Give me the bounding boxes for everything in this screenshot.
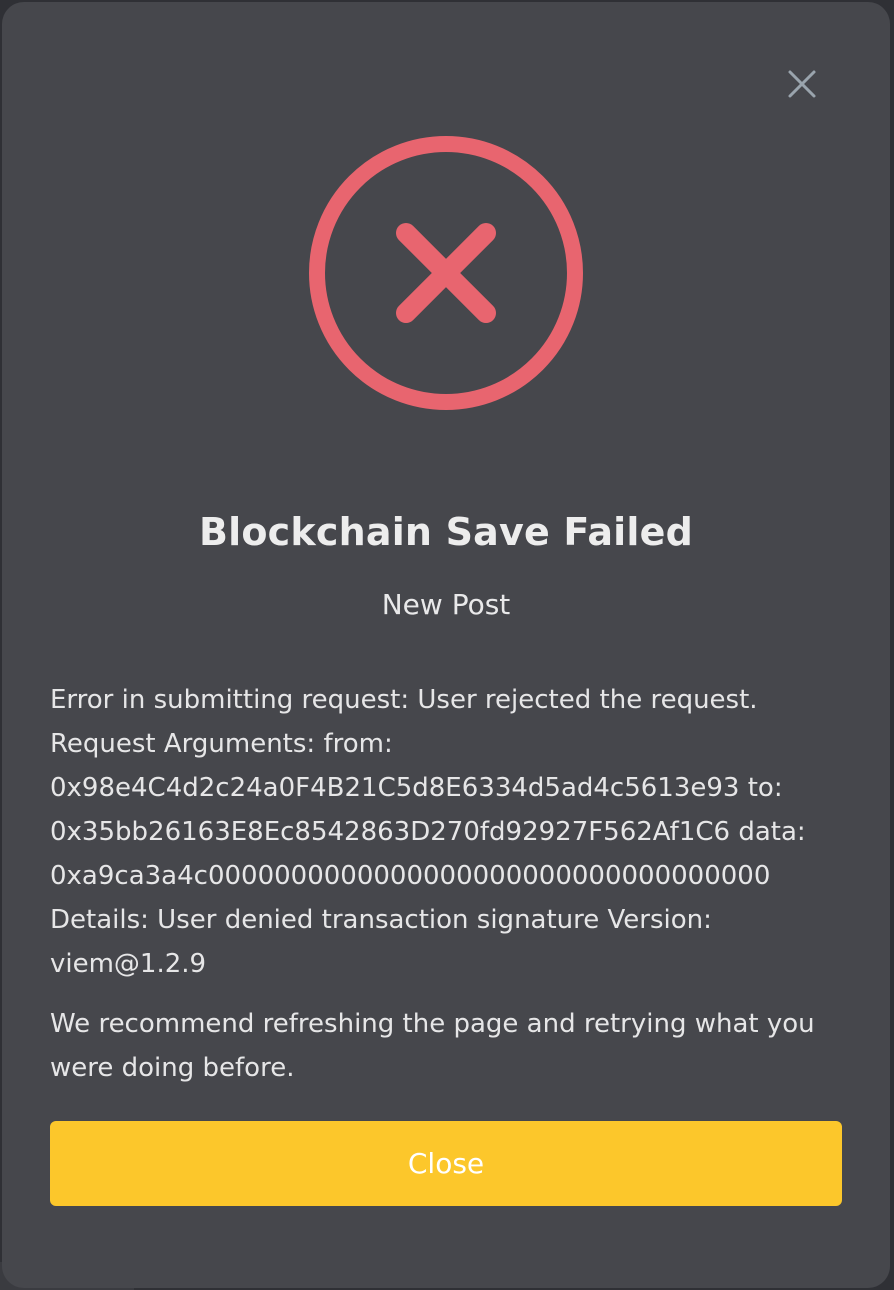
error-line: Error in submitting request: User reject… xyxy=(50,685,758,715)
error-message: Error in submitting request: User reject… xyxy=(50,678,894,986)
error-line: 0x98e4C4d2c24a0F4B21C5d8E6334d5ad4c5613e… xyxy=(50,773,783,803)
error-line: 0xa9ca3a4c000000000000000000000000000000… xyxy=(50,861,771,891)
error-line: Request Arguments: from: xyxy=(50,729,393,759)
recommendation-line: were doing before. xyxy=(50,1053,295,1083)
recommendation-line: We recommend refreshing the page and ret… xyxy=(50,1009,815,1039)
error-line: viem@1.2.9 xyxy=(50,949,207,979)
modal-subtitle: New Post xyxy=(381,588,511,621)
error-modal: Blockchain Save Failed New Post Error in… xyxy=(2,2,890,1288)
close-icon[interactable] xyxy=(782,64,822,104)
error-line: 0x35bb26163E8Ec8542863D270fd92927F562Af1… xyxy=(50,817,806,847)
close-button[interactable]: Close xyxy=(50,1121,842,1206)
modal-title: Blockchain Save Failed xyxy=(198,510,693,554)
error-line: Details: User denied transaction signatu… xyxy=(50,905,712,935)
error-circle-x-icon xyxy=(308,135,588,415)
recommendation-text: We recommend refreshing the page and ret… xyxy=(50,1002,850,1090)
